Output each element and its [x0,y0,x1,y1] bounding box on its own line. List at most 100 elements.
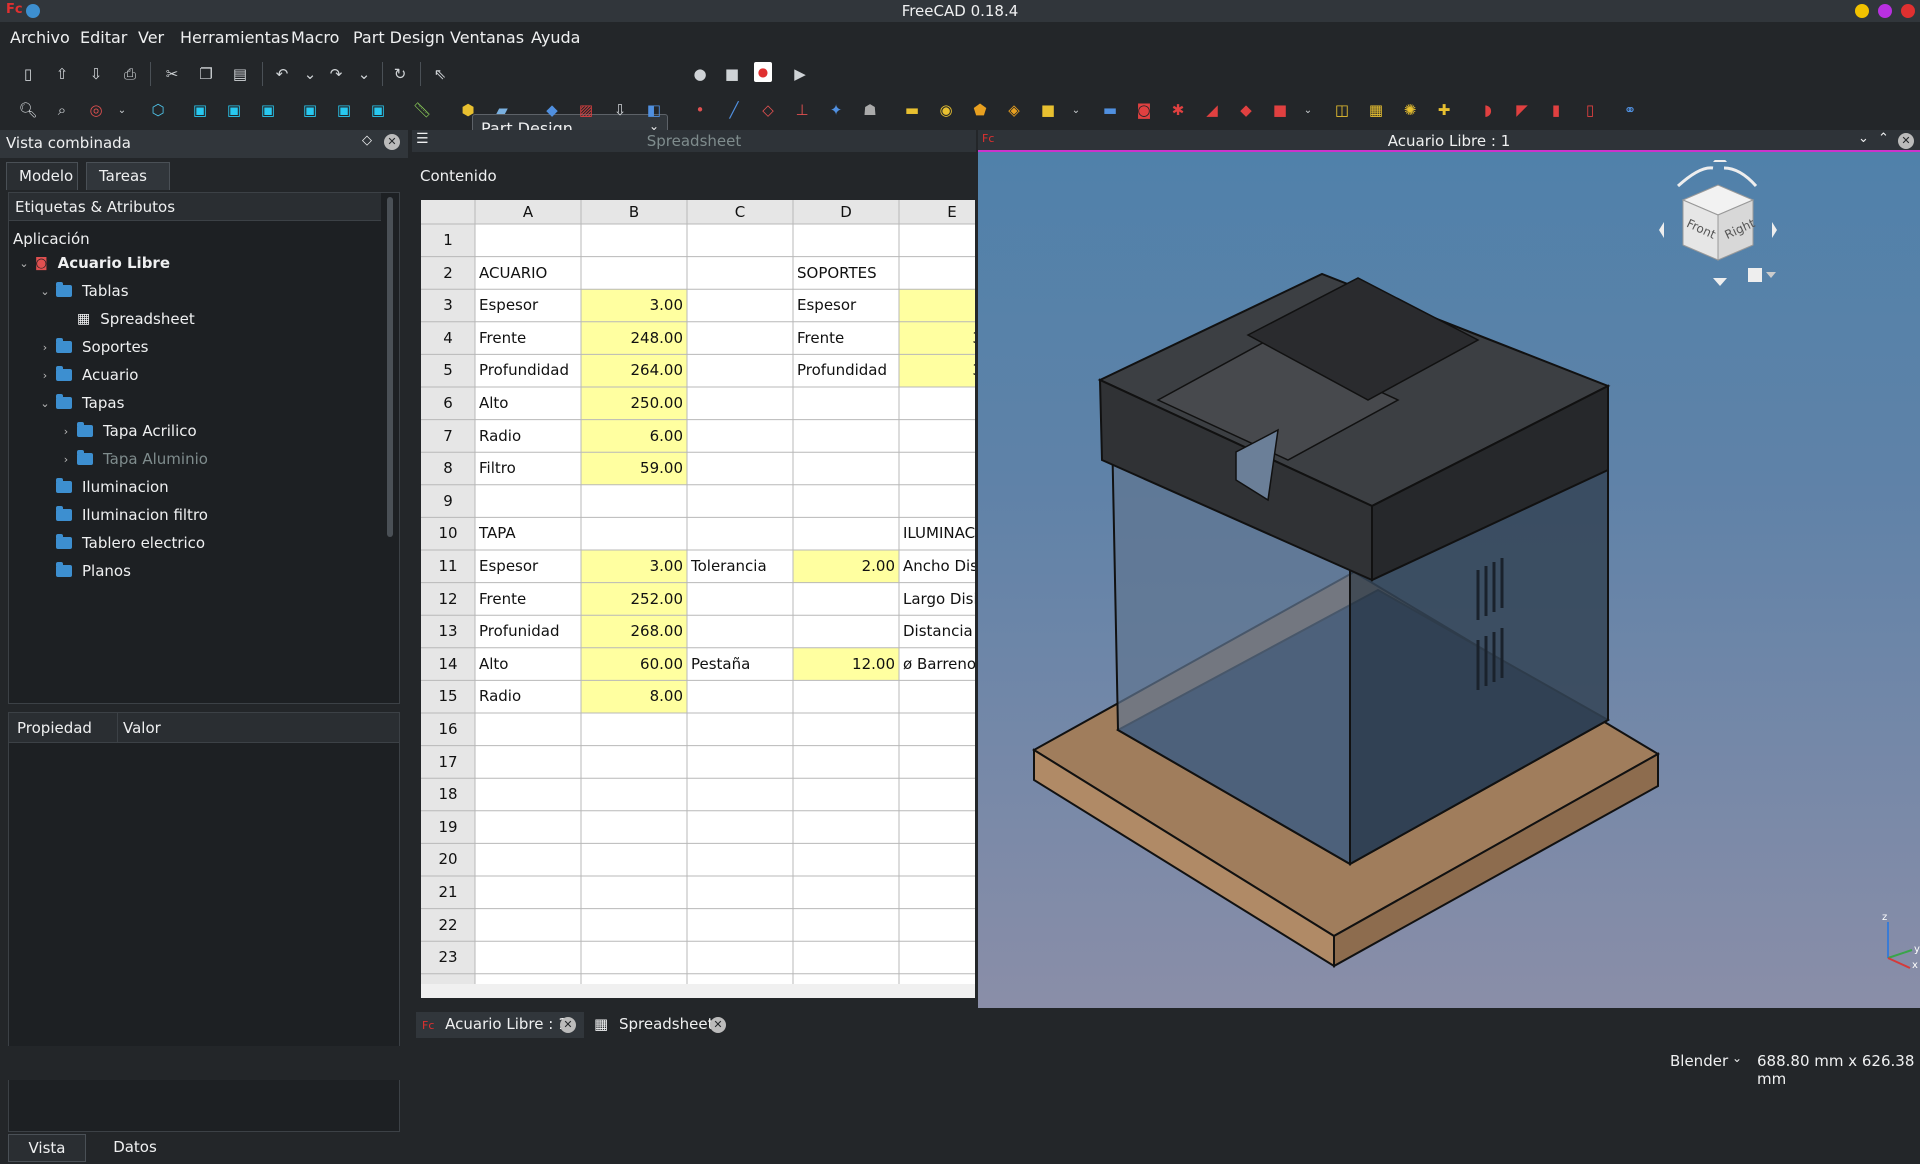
column-header[interactable]: E [899,200,975,224]
sheet-cell[interactable] [475,713,581,746]
sheet-cell[interactable] [687,680,793,713]
macro-edit-icon[interactable]: ● [754,62,772,82]
additive-loft-icon[interactable]: ⬟ [968,98,992,122]
tree-scrollbar[interactable] [387,197,393,537]
sheet-cell[interactable] [793,420,899,453]
sheet-cell[interactable] [687,876,793,909]
sheet-cell[interactable]: 3.00 [581,289,687,322]
sheet-cell[interactable]: ø Barrenos [899,648,975,681]
multitransform-icon[interactable]: ✚ [1432,98,1456,122]
menu-ventanas[interactable]: Ventanas [450,28,524,47]
sheet-cell[interactable]: Tolerancia [687,550,793,583]
datum-line-icon[interactable]: ╱ [722,98,746,122]
sheet-cell[interactable] [687,615,793,648]
subtractive-loft-icon[interactable]: ◢ [1200,98,1224,122]
sheet-cell[interactable]: Frente [475,583,581,616]
menu-part-design[interactable]: Part Design [353,28,445,47]
row-header[interactable]: 22 [421,909,475,942]
isometric-view-icon[interactable]: ⬡ [146,98,170,122]
sheet-cell[interactable] [581,224,687,257]
chevron-right-icon[interactable]: › [38,341,52,354]
sheet-cell[interactable] [793,224,899,257]
sheet-cell[interactable]: 314 [899,354,975,387]
sheet-cell[interactable] [475,224,581,257]
sheet-cell[interactable]: 250.00 [581,387,687,420]
row-header[interactable]: 20 [421,843,475,876]
fit-selection-icon[interactable]: ⌕ [50,98,74,122]
sheet-cell[interactable] [475,778,581,811]
sheet-cell[interactable] [581,517,687,550]
sheet-hscrollbar[interactable] [421,984,975,998]
sheet-cell[interactable]: 248.00 [581,322,687,355]
sheet-cell[interactable]: Espesor [475,289,581,322]
row-header[interactable]: 2 [421,257,475,290]
menu-ayuda[interactable]: Ayuda [531,28,580,47]
tree-item[interactable]: › Tapa Acrilico [59,419,197,443]
print-icon[interactable]: ⎙ [118,62,142,86]
row-header[interactable]: 13 [421,615,475,648]
sheet-cell[interactable] [899,420,975,453]
navigation-cube[interactable]: Front Right [1638,154,1788,320]
part-icon[interactable]: ⬢ [456,98,480,122]
macro-stop-icon[interactable]: ■ [720,62,744,86]
sheet-cell[interactable]: 348 [899,322,975,355]
sheet-cell[interactable] [793,843,899,876]
fillet-icon[interactable]: ◗ [1476,98,1500,122]
new-file-icon[interactable]: ▯ [16,62,40,86]
tree-item[interactable]: › Acuario [38,363,138,387]
row-header[interactable]: 14 [421,648,475,681]
validate-sketch-icon[interactable]: ⇩ [608,98,632,122]
row-header[interactable]: 11 [421,550,475,583]
doc-tab-close-icon[interactable]: ✕ [560,1017,576,1033]
sheet-cell[interactable] [581,778,687,811]
sheet-cell[interactable]: Ancho Disip [899,550,975,583]
sheet-cell[interactable] [687,517,793,550]
sketch-icon[interactable]: ▨ [574,98,598,122]
subtractive-primitive-icon[interactable]: ■ [1268,98,1292,122]
sheet-cell[interactable] [899,713,975,746]
row-header[interactable]: 9 [421,485,475,518]
row-header[interactable]: 3 [421,289,475,322]
view3d-close-icon[interactable]: ✕ [1898,133,1914,149]
sheet-cell[interactable]: ILUMINACIO [899,517,975,550]
sheet-cell[interactable] [899,974,975,984]
sheet-cell[interactable]: Largo Disipa [899,583,975,616]
sheet-cell[interactable]: 6.00 [581,420,687,453]
sheet-cell[interactable]: 268.00 [581,615,687,648]
sheet-cell[interactable] [687,257,793,290]
chamfer-icon[interactable]: ◤ [1510,98,1534,122]
sheet-cell[interactable] [793,909,899,942]
row-header[interactable]: 6 [421,387,475,420]
pocket-icon[interactable]: ▬ [1098,98,1122,122]
sheet-cell[interactable]: Radio [475,420,581,453]
sheet-cell[interactable] [793,746,899,779]
chevron-down-icon[interactable]: ⌄ [17,257,31,270]
view3d-max-icon[interactable]: ⌃ [1878,131,1889,146]
body-icon[interactable]: ◆ [540,98,564,122]
sheet-cell[interactable] [581,485,687,518]
sheet-cell[interactable] [581,713,687,746]
tab-datos[interactable]: Datos [92,1134,178,1162]
row-header[interactable]: 23 [421,941,475,974]
front-view-icon[interactable]: ▣ [188,98,212,122]
sheet-cell[interactable] [899,485,975,518]
tree-item[interactable]: › Tapa Aluminio [59,447,208,471]
sheet-cell[interactable] [581,746,687,779]
sheet-cell[interactable] [475,811,581,844]
right-view-icon[interactable]: ▣ [256,98,280,122]
sheet-cell[interactable] [581,843,687,876]
groove-icon[interactable]: ✱ [1166,98,1190,122]
sheet-cell[interactable] [581,909,687,942]
pad-icon[interactable]: ▬ [900,98,924,122]
nav-style-label[interactable]: Blender [1670,1052,1728,1070]
tree-item[interactable]: ⌄ ◙ Acuario Libre [17,251,170,275]
subtractive-pipe-icon[interactable]: ◆ [1234,98,1258,122]
tree-item[interactable]: › Soportes [38,335,149,359]
sheet-cell[interactable] [687,387,793,420]
sheet-cell[interactable] [793,615,899,648]
column-header[interactable]: C [687,200,793,224]
content-input[interactable] [498,162,974,192]
sheet-cell[interactable]: 3.00 [581,550,687,583]
sheet-cell[interactable]: Frente [475,322,581,355]
sheet-cell[interactable]: 60.00 [581,648,687,681]
